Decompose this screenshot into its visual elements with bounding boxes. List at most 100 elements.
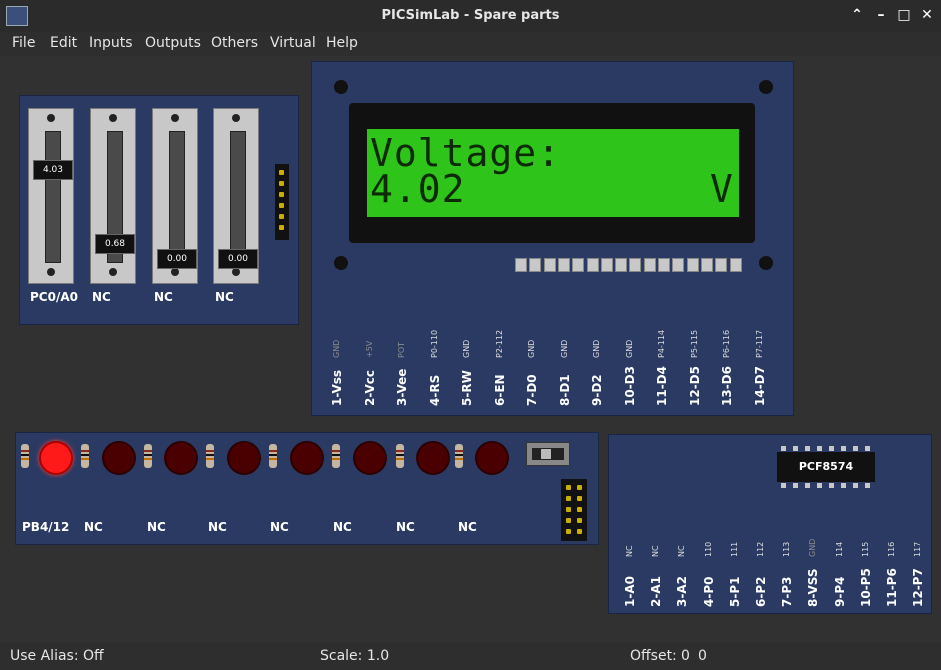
pot-knob[interactable]: 0.00 [218,249,258,269]
menu-virtual[interactable]: Virtual [270,35,316,51]
io-expander-board: 1-A0 NC 2-A1 NC 3-A2 NC 4-P0 110 5-P1 111 6-P2 112 7… [608,434,932,614]
potentiometer[interactable]: 0.68 [90,108,136,284]
header-pin [279,225,284,230]
potentiometer[interactable]: 0.00 [213,108,259,284]
led[interactable] [39,441,73,475]
chip-pin [817,446,822,451]
lcd-pin [572,258,585,272]
minimize-button[interactable]: ⌃ [848,6,866,24]
lcd-pin-label: 7-D0 [525,374,539,406]
pcf-pin-signal: NC [625,545,634,557]
menu-file[interactable]: File [12,35,35,51]
lcd-pin-signal: P6-116 [722,329,731,358]
chip-pin [805,483,810,488]
chip-pin [853,483,858,488]
led-label: NC [458,520,477,534]
lcd-pin-label: 5-RW [460,370,474,406]
led[interactable] [227,441,261,475]
led-label: NC [396,520,415,534]
pcf-pin-label: 10-P5 [858,568,873,607]
minimize-window-button[interactable]: – [872,6,890,24]
menu-outputs[interactable]: Outputs [145,35,201,51]
slide-switch[interactable] [526,442,570,466]
header-pin [279,181,284,186]
lcd-pin [658,258,670,272]
lcd-display: Voltage: 4.02 V [349,103,755,243]
potentiometer[interactable]: 0.00 [152,108,198,284]
lcd-pin-signal: P0-110 [429,329,439,358]
title-bar: PICSimLab - Spare parts ⌃ – □ ✕ [0,0,941,32]
led[interactable] [290,441,324,475]
led-label: NC [333,520,352,534]
pot-label: NC [154,290,173,304]
screw [171,268,179,276]
pcf-pin-label: 11-P6 [885,568,899,607]
potentiometer[interactable]: 4.03 [28,108,74,284]
chip-pin [817,483,822,488]
resistor [81,444,89,468]
lcd-pin-signal: GND [624,339,634,358]
lcd-pin-signal: P2-112 [494,329,504,358]
screw [47,268,55,276]
chip-pin [853,446,858,451]
chip-pin [793,446,798,451]
potentiometer-board: 4.03 PC0/A0 0.68 NC 0.00 NC 0.00 NC [19,95,299,325]
menu-others[interactable]: Others [211,35,258,51]
lcd-pin [629,258,642,272]
led[interactable] [475,441,509,475]
lcd-screen: Voltage: 4.02 V [367,129,739,217]
menu-inputs[interactable]: Inputs [89,35,133,51]
alias-status: Use Alias: Off [10,648,104,664]
screw [232,268,240,276]
screw [232,114,240,122]
led[interactable] [416,441,450,475]
resistor [21,444,29,468]
led[interactable] [164,441,198,475]
pcf-pin-label: 6-P2 [754,576,768,607]
header-pin [566,507,571,512]
pcf-pin-signal: 115 [860,541,870,557]
lcd-pin [586,258,599,272]
lcd-pin [615,258,628,272]
led[interactable] [353,441,387,475]
pcf-pin-label: 12-P7 [911,568,926,607]
header-pin [279,214,284,219]
lcd-pin [700,258,713,272]
led[interactable] [102,441,136,475]
header-pin [279,192,284,197]
lcd-pin [672,258,685,272]
lcd-pin-signal: GND [332,339,341,358]
chip-pin [829,483,834,488]
lcd-pin-label: 8-D1 [557,374,572,406]
resistor [269,444,277,468]
lcd-pin [686,258,699,272]
window-title: PICSimLab - Spare parts [381,8,560,23]
resistor [332,444,340,468]
lcd-pin-label: 14-D7 [752,366,767,406]
pcf-pin-signal: 110 [703,541,713,557]
maximize-button[interactable]: □ [895,6,913,24]
lcd-pin-label: 2-Vcc [362,370,377,406]
lcd-pin-signal: P5-115 [689,329,699,358]
pot-knob[interactable]: 0.00 [157,249,197,269]
header-pin [279,203,284,208]
lcd-pin-label: 6-EN [492,374,507,406]
offset-y: 0 [698,648,707,664]
pot-knob[interactable]: 4.03 [33,160,73,180]
chip-pin [829,446,834,451]
lcd-pin-signal: GND [462,339,471,358]
close-button[interactable]: ✕ [918,6,936,24]
pot-track [45,131,61,263]
header-pin [577,529,582,534]
pot-knob[interactable]: 0.68 [95,234,135,254]
led-label: NC [84,520,103,534]
header-pin [566,518,571,523]
led-label: NC [270,520,289,534]
lcd-pin-label: 11-D4 [655,366,669,406]
resistor [455,444,463,468]
pot-header-connector [275,164,289,240]
mount-hole [334,80,348,94]
menu-help[interactable]: Help [326,35,358,51]
menu-edit[interactable]: Edit [50,35,77,51]
lcd-line-2-value: 4.02 [370,167,466,211]
